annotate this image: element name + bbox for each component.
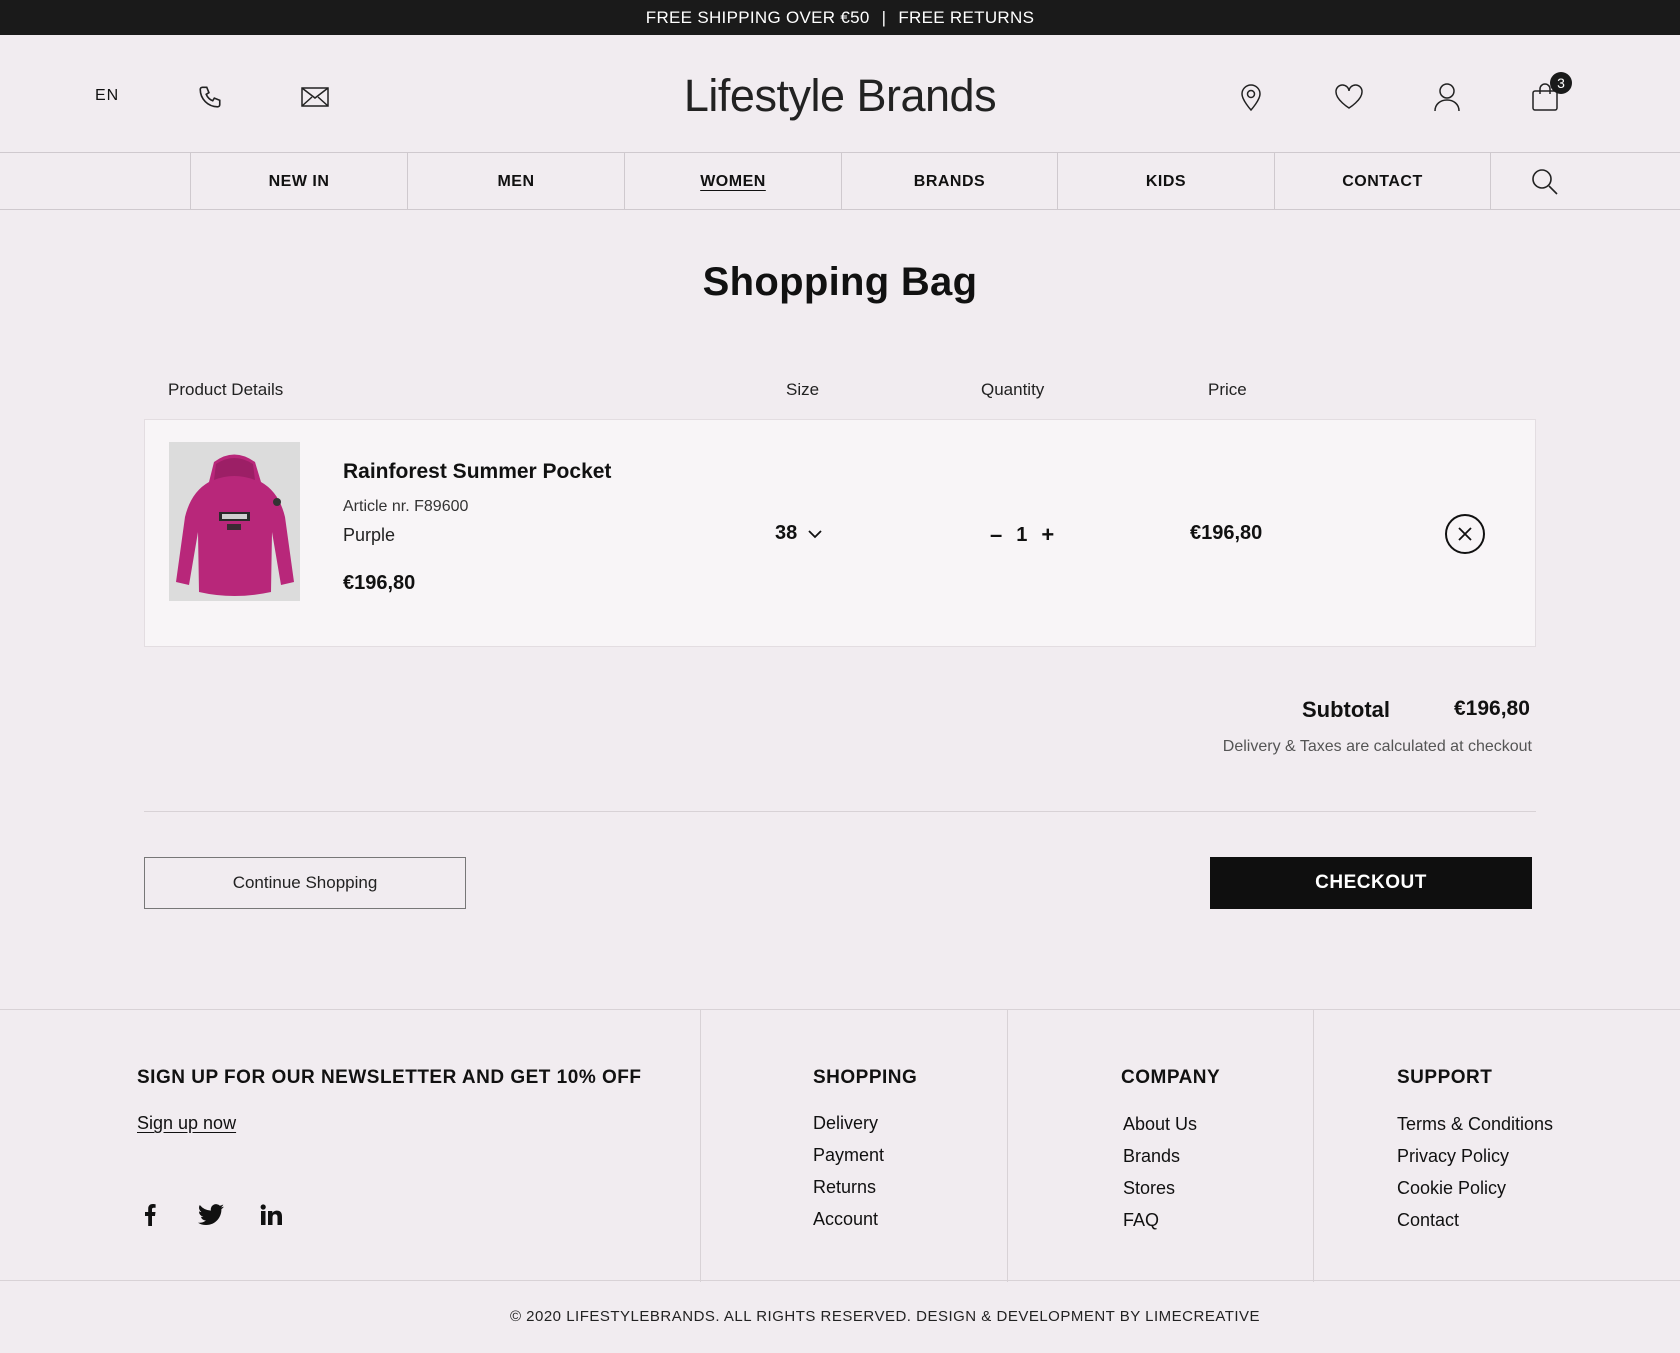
nav-brands[interactable]: BRANDS — [841, 153, 1057, 210]
footer-company-title: COMPANY — [1121, 1067, 1221, 1088]
site-logo[interactable]: Lifestyle Brands — [0, 70, 1680, 122]
nav-label: NEW IN — [268, 172, 330, 190]
quantity-stepper: – 1 + — [990, 522, 1054, 548]
close-icon — [1458, 527, 1472, 541]
column-size: Size — [786, 380, 820, 399]
signup-link[interactable]: Sign up now — [137, 1113, 236, 1134]
product-image[interactable] — [169, 442, 300, 601]
footer-link-brands[interactable]: Brands — [1123, 1146, 1180, 1167]
product-article-number: Article nr. F89600 — [343, 498, 469, 515]
product-name[interactable]: Rainforest Summer Pocket — [343, 460, 611, 484]
remove-item-button[interactable] — [1445, 514, 1485, 554]
nav-label: KIDS — [1145, 172, 1187, 190]
delivery-taxes-note: Delivery & Taxes are calculated at check… — [1222, 738, 1532, 755]
column-product-details: Product Details — [168, 380, 284, 399]
location-icon[interactable] — [1233, 79, 1269, 115]
footer-link-account[interactable]: Account — [813, 1209, 878, 1230]
promo-shipping: FREE SHIPPING OVER €50 — [645, 7, 870, 27]
footer-link-about-us[interactable]: About Us — [1123, 1114, 1197, 1135]
nav-label: CONTACT — [1342, 172, 1423, 190]
quantity-value: 1 — [1016, 523, 1028, 546]
size-select[interactable]: 38 — [775, 522, 823, 545]
continue-shopping-button[interactable]: Continue Shopping — [144, 857, 466, 909]
copyright: © 2020 LIFESTYLEBRANDS. ALL RIGHTS RESER… — [509, 1308, 1261, 1325]
heart-icon[interactable] — [1331, 79, 1367, 115]
divider — [144, 811, 1536, 812]
footer: SIGN UP FOR OUR NEWSLETTER AND GET 10% O… — [0, 1009, 1680, 1282]
size-value: 38 — [775, 522, 798, 544]
bag-item-row: Rainforest Summer Pocket Article nr. F89… — [144, 419, 1536, 647]
footer-link-delivery[interactable]: Delivery — [813, 1113, 878, 1134]
footer-support-title: SUPPORT — [1397, 1067, 1493, 1088]
linkedin-icon[interactable] — [256, 1200, 286, 1230]
nav-label: MEN — [497, 172, 535, 190]
footer-divider — [1313, 1010, 1314, 1282]
footer-divider — [700, 1010, 701, 1282]
cart-count-badge: 3 — [1550, 72, 1572, 94]
chevron-down-icon — [808, 529, 822, 538]
twitter-icon[interactable] — [196, 1200, 226, 1230]
footer-link-privacy[interactable]: Privacy Policy — [1397, 1146, 1509, 1167]
product-color: Purple — [343, 525, 396, 545]
footer-link-payment[interactable]: Payment — [813, 1145, 884, 1166]
facebook-icon[interactable] — [135, 1200, 165, 1230]
column-price: Price — [1208, 380, 1247, 399]
footer-divider — [1007, 1010, 1008, 1282]
user-icon[interactable] — [1429, 79, 1465, 115]
promo-separator: | — [881, 7, 887, 27]
nav-men[interactable]: MEN — [407, 153, 624, 210]
column-quantity: Quantity — [981, 380, 1045, 399]
footer-link-contact[interactable]: Contact — [1397, 1210, 1459, 1231]
page-title: Shopping Bag — [702, 260, 978, 304]
footer-link-terms[interactable]: Terms & Conditions — [1397, 1114, 1553, 1135]
footer-link-stores[interactable]: Stores — [1123, 1178, 1175, 1199]
main-nav: NEW IN MEN WOMEN BRANDS KIDS CONTACT — [0, 152, 1680, 210]
quantity-increase-button[interactable]: + — [1041, 522, 1054, 548]
product-unit-price: €196,80 — [343, 572, 416, 594]
nav-label: WOMEN — [700, 172, 766, 190]
nav-contact[interactable]: CONTACT — [1274, 153, 1490, 210]
footer-link-returns[interactable]: Returns — [813, 1177, 876, 1198]
line-price: €196,80 — [1190, 522, 1263, 544]
footer-link-faq[interactable]: FAQ — [1123, 1210, 1159, 1231]
nav-kids[interactable]: KIDS — [1057, 153, 1274, 210]
footer-shopping-title: SHOPPING — [813, 1067, 918, 1088]
subtotal-value: €196,80 — [1454, 697, 1530, 720]
search-icon — [1531, 168, 1558, 195]
search-button[interactable] — [1490, 153, 1598, 210]
nav-label: BRANDS — [913, 172, 986, 190]
quantity-decrease-button[interactable]: – — [990, 522, 1002, 548]
footer-link-cookie[interactable]: Cookie Policy — [1397, 1178, 1506, 1199]
checkout-button[interactable]: CHECKOUT — [1210, 857, 1532, 909]
subtotal-label: Subtotal — [1302, 697, 1390, 722]
bag-icon[interactable]: 3 — [1527, 72, 1572, 115]
header: EN Lifestyle Brands 3 — [0, 35, 1680, 152]
promo-returns: FREE RETURNS — [898, 7, 1035, 27]
nav-women[interactable]: WOMEN — [624, 153, 841, 210]
nav-new-in[interactable]: NEW IN — [190, 153, 407, 210]
newsletter-title: SIGN UP FOR OUR NEWSLETTER AND GET 10% O… — [137, 1067, 642, 1088]
promo-bar: FREE SHIPPING OVER €50 | FREE RETURNS — [0, 0, 1680, 35]
